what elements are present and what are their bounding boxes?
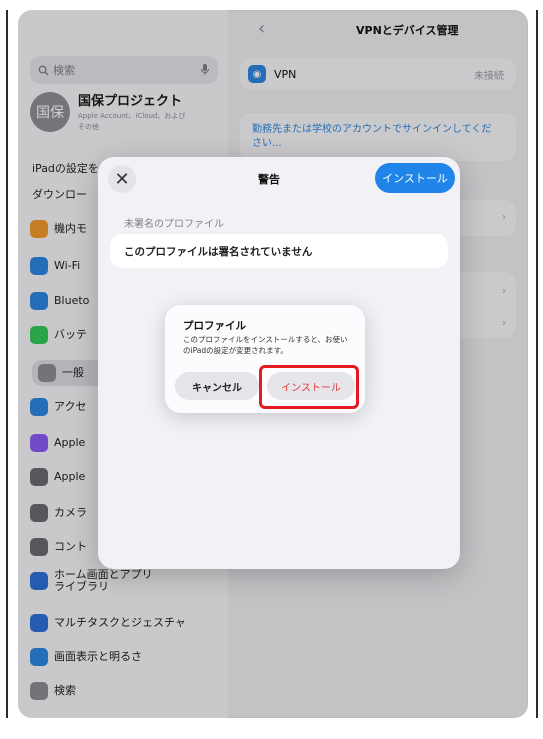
sheet-title: 警告 bbox=[258, 173, 280, 186]
device-edge-right bbox=[536, 10, 538, 718]
install-highlight-box bbox=[259, 365, 359, 409]
alert-message: このプロファイルをインストールすると、お使いのiPadの設定が変更されます。 bbox=[183, 335, 348, 355]
close-button[interactable]: ✕ bbox=[108, 165, 136, 193]
unsigned-profile-text: このプロファイルは署名されていません bbox=[124, 245, 313, 258]
device-edge-left bbox=[6, 10, 8, 718]
close-icon: ✕ bbox=[114, 168, 130, 190]
install-button[interactable]: インストール bbox=[375, 163, 455, 193]
alert-title: プロファイル bbox=[183, 320, 246, 332]
cancel-button[interactable]: キャンセル bbox=[175, 372, 259, 400]
unsigned-profile-card: このプロファイルは署名されていません bbox=[110, 234, 448, 268]
section-header: 未署名のプロファイル bbox=[124, 219, 224, 230]
